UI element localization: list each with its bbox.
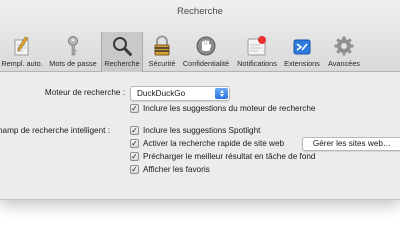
tab-label: Sécurité	[148, 59, 176, 68]
include-engine-suggestions-checkbox[interactable]: ✓ Inclure les suggestions du moteur de r…	[130, 104, 316, 113]
preferences-window: Recherche Rempl. auto. Mots de passe Rec…	[0, 0, 400, 200]
smart-search-field-label: hamp de recherche intelligent :	[0, 126, 110, 135]
checkbox-checked-icon: ✓	[130, 103, 139, 113]
preload-top-hit-checkbox[interactable]: ✓ Précharger le meilleur résultat en tâc…	[130, 152, 316, 161]
notifications-icon	[244, 34, 270, 58]
key-icon	[60, 34, 86, 58]
checkbox-label: Afficher les favoris	[143, 165, 210, 174]
show-favorites-checkbox[interactable]: ✓ Afficher les favoris	[130, 165, 210, 174]
search-preferences-pane: Moteur de recherche : DuckDuckGo ✓ Inclu…	[0, 72, 400, 199]
tab-security[interactable]: Sécurité	[143, 34, 181, 72]
pencil-form-icon	[9, 34, 35, 58]
hand-icon	[193, 34, 219, 58]
checkbox-checked-icon: ✓	[130, 138, 139, 148]
checkbox-label: Activer la recherche rapide de site web	[143, 139, 285, 148]
magnifier-icon	[109, 34, 135, 58]
tab-autofill[interactable]: Rempl. auto.	[0, 34, 46, 72]
checkbox-checked-icon: ✓	[130, 151, 139, 161]
tab-label: Rempl. auto.	[1, 59, 43, 68]
tab-label: Notifications	[237, 59, 277, 68]
tab-label: Mots de passe	[49, 59, 97, 68]
tab-extensions[interactable]: Extensions	[281, 34, 323, 72]
tab-search[interactable]: Recherche	[101, 32, 143, 72]
puzzle-icon	[289, 34, 315, 58]
tab-label: Avancées	[328, 59, 360, 68]
toolbar: Recherche Rempl. auto. Mots de passe Rec…	[0, 0, 400, 72]
window-title: Recherche	[177, 6, 223, 17]
search-engine-popup[interactable]: DuckDuckGo	[130, 86, 230, 101]
tab-passwords[interactable]: Mots de passe	[46, 34, 100, 72]
popup-arrows-icon	[215, 88, 228, 99]
checkbox-label: Inclure les suggestions du moteur de rec…	[143, 104, 316, 113]
tab-label: Extensions	[284, 59, 320, 68]
spotlight-suggestions-checkbox[interactable]: ✓ Inclure les suggestions Spotlight	[130, 126, 260, 135]
checkbox-label: Inclure les suggestions Spotlight	[143, 126, 261, 135]
tab-label: Confidentialité	[182, 59, 230, 68]
search-engine-value: DuckDuckGo	[137, 89, 186, 98]
checkbox-checked-icon: ✓	[130, 125, 139, 135]
manage-websites-button[interactable]: Gérer les sites web…	[302, 137, 400, 151]
checkbox-checked-icon: ✓	[130, 164, 139, 174]
tab-notifications[interactable]: Notifications	[233, 34, 281, 72]
quick-website-search-checkbox[interactable]: ✓ Activer la recherche rapide de site we…	[130, 139, 284, 148]
gear-icon	[331, 34, 357, 58]
search-engine-label: Moteur de recherche :	[44, 88, 125, 97]
tab-label: Recherche	[104, 59, 140, 68]
tab-advanced[interactable]: Avancées	[323, 34, 365, 72]
checkbox-label: Précharger le meilleur résultat en tâche…	[143, 152, 316, 161]
tab-privacy[interactable]: Confidentialité	[179, 34, 233, 72]
lock-icon	[149, 34, 175, 58]
